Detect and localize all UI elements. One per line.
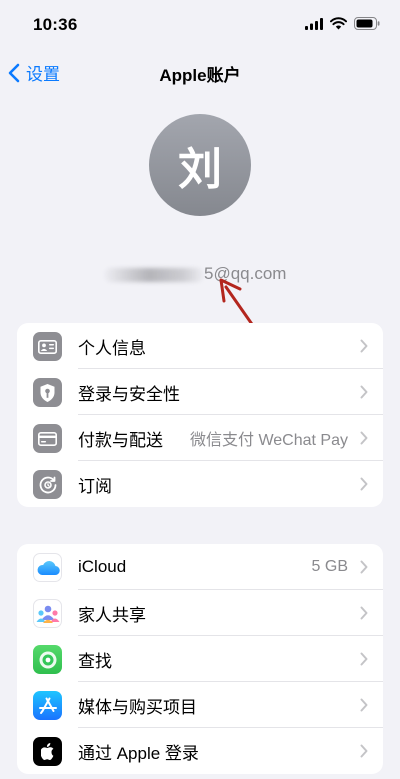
row-media-purchases[interactable]: 媒体与购买项目 — [17, 682, 383, 728]
row-label: 查找 — [78, 651, 112, 671]
services-group: iCloud 5 GB 家人共享 查找 媒体与购买项目 通过 Apple 登录 — [17, 544, 383, 774]
key-shield-icon — [33, 378, 62, 407]
find-my-icon — [33, 645, 62, 674]
row-label: iCloud — [78, 557, 127, 576]
cellular-signal-icon — [305, 17, 323, 30]
wifi-icon — [330, 17, 347, 30]
row-value: 微信支付 WeChat Pay — [190, 432, 348, 449]
chevron-right-icon — [360, 339, 368, 353]
subscription-icon — [33, 470, 62, 499]
row-sign-in-with-apple[interactable]: 通过 Apple 登录 — [17, 728, 383, 774]
chevron-right-icon — [360, 477, 368, 491]
credit-card-icon — [33, 424, 62, 453]
nav-bar: 设置 Apple账户 — [0, 50, 400, 94]
app-store-icon — [33, 691, 62, 720]
row-label: 个人信息 — [78, 338, 146, 358]
email-redaction-blur — [104, 268, 204, 282]
row-sign-in-security[interactable]: 登录与安全性 — [17, 369, 383, 415]
family-sharing-icon — [33, 599, 62, 628]
status-bar: 10:36 — [0, 0, 400, 50]
page-title: Apple账户 — [159, 66, 241, 85]
row-find-my[interactable]: 查找 — [17, 636, 383, 682]
row-label: 登录与安全性 — [78, 384, 180, 404]
chevron-right-icon — [360, 652, 368, 666]
person-card-icon — [33, 332, 62, 361]
row-personal-info[interactable]: 个人信息 — [17, 323, 383, 369]
chevron-right-icon — [360, 606, 368, 620]
row-payment-shipping[interactable]: 付款与配送 微信支付 WeChat Pay — [17, 415, 383, 461]
row-label: 媒体与购买项目 — [78, 697, 197, 717]
chevron-right-icon — [360, 698, 368, 712]
status-time: 10:36 — [33, 15, 78, 34]
chevron-right-icon — [360, 560, 368, 574]
icloud-icon — [33, 553, 62, 582]
chevron-right-icon — [360, 385, 368, 399]
row-icloud[interactable]: iCloud 5 GB — [17, 544, 383, 590]
avatar[interactable]: 刘 — [149, 114, 251, 216]
row-label: 通过 Apple 登录 — [78, 743, 199, 763]
account-email: 5@qq.com — [0, 262, 400, 286]
status-icons — [305, 17, 380, 30]
avatar-initial: 刘 — [178, 144, 222, 195]
row-label: 家人共享 — [78, 605, 146, 625]
row-label: 付款与配送 — [78, 430, 163, 450]
row-value: 5 GB — [311, 558, 348, 575]
battery-icon — [354, 17, 380, 30]
chevron-right-icon — [360, 744, 368, 758]
row-family-sharing[interactable]: 家人共享 — [17, 590, 383, 636]
chevron-right-icon — [360, 431, 368, 445]
account-settings-group: 个人信息 登录与安全性 付款与配送 微信支付 WeChat Pay 订阅 — [17, 323, 383, 507]
row-subscriptions[interactable]: 订阅 — [17, 461, 383, 507]
apple-logo-icon — [33, 737, 62, 766]
row-label: 订阅 — [78, 476, 112, 496]
email-text: 5@qq.com — [204, 264, 287, 283]
